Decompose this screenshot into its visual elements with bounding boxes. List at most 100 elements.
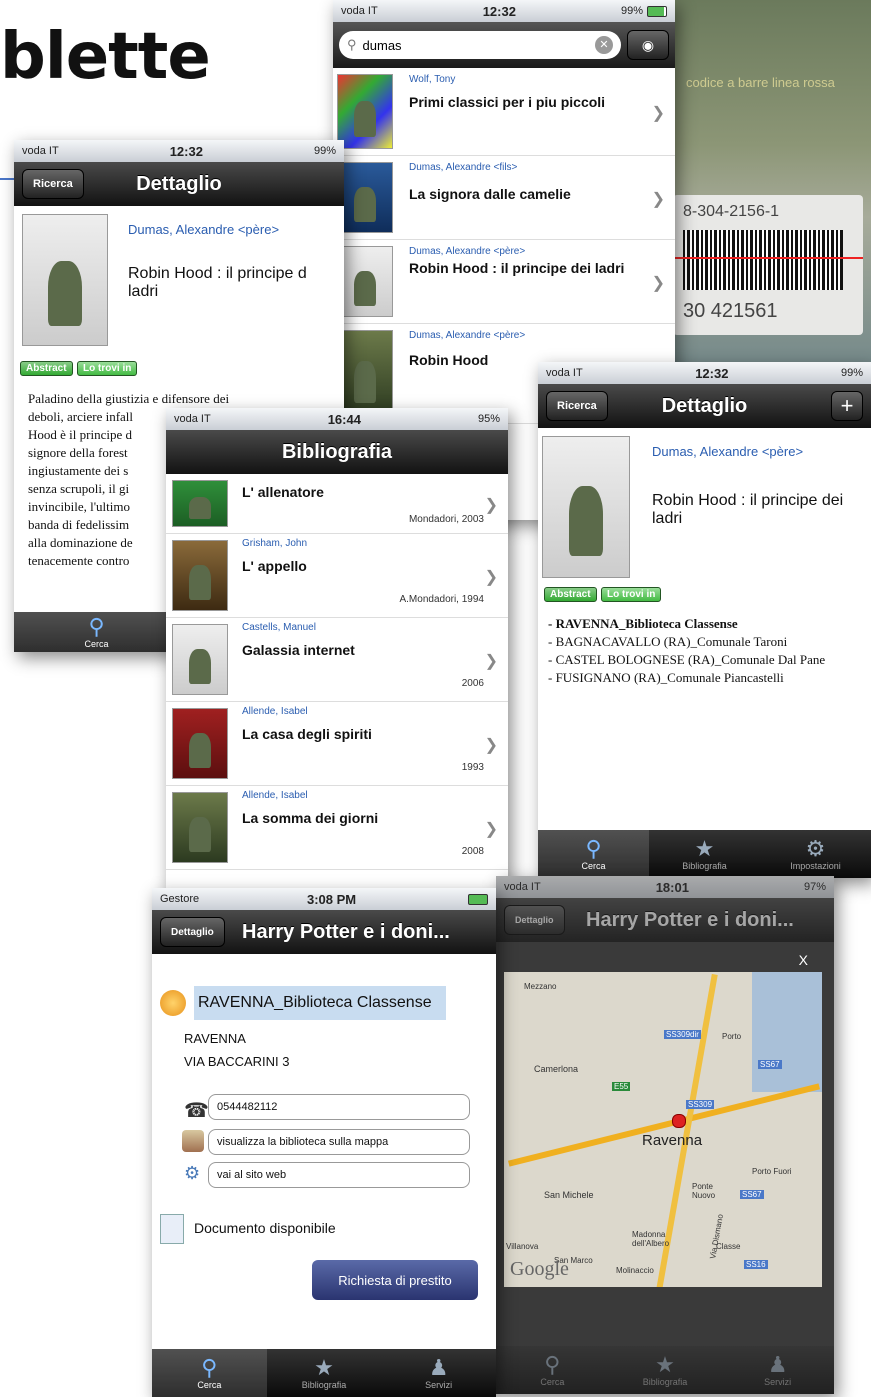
- tab-servizi[interactable]: ♟ Servizi: [381, 1349, 496, 1397]
- map-view[interactable]: Camerlona Ravenna San Michele Ponte Nuov…: [504, 972, 822, 1287]
- gear-icon: ⚙: [805, 836, 826, 861]
- clock: 18:01: [655, 879, 689, 895]
- navigation-bar: Bibliografia: [166, 430, 508, 474]
- detail-screen-right: voda IT 12:32 99% Ricerca Dettaglio + Du…: [538, 362, 871, 878]
- phone-field[interactable]: 0544482112: [208, 1094, 470, 1120]
- find-button[interactable]: Lo trovi in: [601, 587, 662, 602]
- search-bar: ⚲ dumas ✕ ◉: [333, 22, 675, 68]
- bib-author: Allende, Isabel: [242, 790, 308, 801]
- back-button[interactable]: Ricerca: [546, 391, 608, 421]
- website-link[interactable]: vai al sito web: [208, 1162, 470, 1188]
- library-item[interactable]: - CASTEL BOLOGNESE (RA)_Comunale Dal Pan…: [548, 651, 866, 669]
- library-address: VIA BACCARINI 3: [184, 1054, 290, 1069]
- battery-percent: 99%: [620, 5, 643, 17]
- carrier-label: voda IT: [504, 881, 541, 893]
- map-label: Ponte Nuovo: [692, 1182, 716, 1200]
- tab-bibliografia[interactable]: ★ Bibliografia: [609, 1346, 722, 1394]
- tab-cerca[interactable]: ⚲ Cerca: [152, 1349, 267, 1397]
- book-cover: [172, 624, 228, 695]
- barcode-sticker: 8-304-2156-1 30 421561: [673, 195, 863, 335]
- library-item[interactable]: - BAGNACAVALLO (RA)_Comunale Taroni: [548, 633, 866, 651]
- back-button[interactable]: Dettaglio: [504, 905, 565, 935]
- tab-servizi[interactable]: ♟ Servizi: [721, 1346, 834, 1394]
- navigation-bar: Dettaglio Harry Potter e i doni...: [152, 910, 496, 954]
- detail-buttons: Abstract Lo trovi in: [544, 584, 662, 602]
- status-bar: voda IT 12:32 99%: [538, 362, 871, 384]
- google-logo: Google: [510, 1258, 569, 1280]
- tab-cerca[interactable]: ⚲ Cerca: [496, 1346, 609, 1394]
- bib-row[interactable]: Allende, Isabel La casa degli spiriti 19…: [166, 702, 508, 786]
- map-label: Villanova: [506, 1242, 539, 1251]
- bib-publisher: 1993: [461, 762, 484, 773]
- barcode-bars: [683, 230, 843, 290]
- navigation-bar: Ricerca Dettaglio +: [538, 384, 871, 428]
- tab-cerca[interactable]: ⚲ Cerca: [14, 612, 179, 652]
- map-label: Porto: [722, 1032, 742, 1041]
- star-icon: ★: [314, 1355, 334, 1380]
- result-row[interactable]: Dumas, Alexandre <fils> La signora dalle…: [333, 156, 675, 240]
- nav-title: Harry Potter e i doni...: [586, 908, 794, 931]
- road-shield: SS16: [744, 1260, 768, 1269]
- chevron-right-icon: ❯: [484, 820, 498, 838]
- tab-label: Servizi: [764, 1377, 792, 1387]
- close-button[interactable]: X: [799, 952, 808, 968]
- bib-publisher: Mondadori, 2003: [408, 514, 484, 525]
- status-bar: voda IT 12:32 99%: [333, 0, 675, 22]
- tab-bar: ⚲ Cerca ★ Bibliografia ♟ Servizi: [496, 1346, 834, 1394]
- abstract-button[interactable]: Abstract: [544, 587, 597, 602]
- map-label: Molinaccio: [616, 1266, 654, 1275]
- add-icon[interactable]: +: [831, 391, 863, 421]
- result-title: Primi classici per i piu piccoli: [409, 94, 606, 110]
- battery-percent: 97%: [803, 881, 826, 893]
- chevron-right-icon: ❯: [484, 736, 498, 754]
- back-button[interactable]: Dettaglio: [160, 917, 225, 947]
- status-bar: Gestore 3:08 PM: [152, 888, 496, 910]
- bib-title: La somma dei giorni: [242, 810, 379, 826]
- road-shield: E55: [612, 1082, 631, 1091]
- library-item[interactable]: - RAVENNA_Biblioteca Classense: [548, 615, 866, 633]
- tab-cerca[interactable]: ⚲ Cerca: [538, 830, 649, 878]
- back-button[interactable]: Ricerca: [22, 169, 84, 199]
- tab-label: Bibliografia: [682, 861, 727, 871]
- book-cover: [22, 214, 108, 346]
- document-icon: [160, 1214, 184, 1244]
- clear-icon[interactable]: ✕: [595, 36, 613, 54]
- tab-impostazioni[interactable]: ⚙ Impostazioni: [760, 830, 871, 878]
- map-icon: [182, 1130, 204, 1152]
- abstract-button[interactable]: Abstract: [20, 361, 73, 376]
- search-icon: ⚲: [88, 614, 105, 639]
- clock: 12:32: [482, 3, 516, 19]
- result-row[interactable]: Dumas, Alexandre <père> Robin Hood : il …: [333, 240, 675, 324]
- tab-label: Cerca: [581, 861, 606, 871]
- camera-button[interactable]: ◉: [627, 30, 669, 60]
- tab-bibliografia[interactable]: ★ Bibliografia: [267, 1349, 382, 1397]
- book-cover: [337, 330, 393, 417]
- map-pin-icon[interactable]: [672, 1114, 686, 1128]
- chevron-right-icon: ❯: [651, 104, 665, 122]
- road-shield: SS309: [686, 1100, 715, 1109]
- tab-bibliografia[interactable]: ★ Bibliografia: [649, 830, 760, 878]
- tab-label: Cerca: [197, 1380, 222, 1390]
- map-link[interactable]: visualizza la biblioteca sulla mappa: [208, 1129, 470, 1155]
- slide-title: blette: [0, 20, 211, 94]
- bib-row[interactable]: Castells, Manuel Galassia internet 2006 …: [166, 618, 508, 702]
- bib-row[interactable]: L' allenatore Mondadori, 2003 ❯: [166, 474, 508, 534]
- barcode-digits-bottom: 30 421561: [683, 300, 778, 322]
- battery-icon: [468, 893, 488, 905]
- book-cover: [172, 540, 228, 611]
- battery-percent: 99%: [840, 367, 863, 379]
- chevron-right-icon: ❯: [651, 190, 665, 208]
- find-button[interactable]: Lo trovi in: [77, 361, 138, 376]
- battery-percent: 95%: [477, 413, 500, 425]
- loan-request-button[interactable]: Richiesta di prestito: [312, 1260, 478, 1300]
- bib-row[interactable]: Grisham, John L' appello A.Mondadori, 19…: [166, 534, 508, 618]
- book-cover: [337, 246, 393, 317]
- search-field[interactable]: ⚲ dumas ✕: [339, 31, 621, 59]
- result-row[interactable]: Wolf, Tony Primi classici per i piu picc…: [333, 68, 675, 156]
- library-item[interactable]: - FUSIGNANO (RA)_Comunale Piancastelli: [548, 669, 866, 687]
- tab-label: Bibliografia: [642, 1377, 688, 1387]
- bib-row[interactable]: Allende, Isabel La somma dei giorni 2008…: [166, 786, 508, 870]
- bib-title: L' allenatore: [242, 484, 324, 500]
- carrier-label: voda IT: [22, 145, 59, 157]
- library-list: - RAVENNA_Biblioteca Classense - BAGNACA…: [548, 615, 866, 687]
